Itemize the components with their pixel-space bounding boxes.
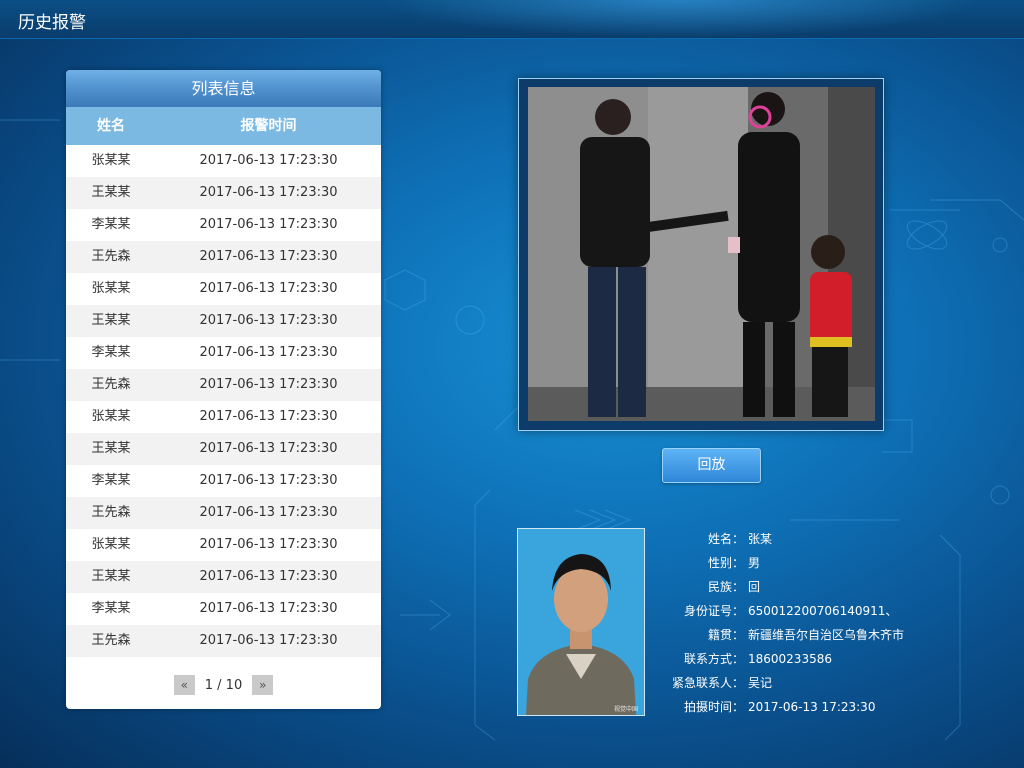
info-value: 张某 [748, 532, 773, 546]
table-row[interactable]: 张某某 2017-06-13 17:23:30 [66, 273, 381, 305]
row-name: 王先森 [91, 249, 131, 264]
info-label: 拍摄时间： [683, 700, 744, 714]
table-row[interactable]: 王先森 2017-06-13 17:23:30 [66, 369, 381, 401]
person-id-photo: 视觉中国 [517, 528, 645, 716]
table-row[interactable]: 张某某 2017-06-13 17:23:30 [66, 145, 381, 177]
row-name: 王某某 [91, 441, 131, 456]
pagination: « 1 / 10 » [66, 675, 381, 695]
row-name: 王某某 [91, 569, 131, 584]
replay-button[interactable]: 回放 [662, 448, 761, 483]
row-name: 张某某 [91, 281, 131, 296]
row-time: 2017-06-13 17:23:30 [199, 217, 338, 232]
table-row[interactable]: 王先森 2017-06-13 17:23:30 [66, 497, 381, 529]
panel-title: 列表信息 [66, 70, 381, 107]
row-time: 2017-06-13 17:23:30 [199, 377, 338, 392]
row-name: 李某某 [91, 217, 131, 232]
row-name: 张某某 [91, 153, 131, 168]
row-time: 2017-06-13 17:23:30 [199, 569, 338, 584]
person-info: 姓名： 张某 性别： 男 民族： 回 身份证号： 650012200706140911、… [668, 530, 904, 722]
row-name: 李某某 [91, 601, 131, 616]
info-phone: 联系方式： 18600233586 [668, 650, 904, 674]
page-title: 历史报警 [18, 13, 86, 33]
row-time: 2017-06-13 17:23:30 [199, 313, 338, 328]
row-time: 2017-06-13 17:23:30 [199, 537, 338, 552]
info-label: 姓名： [707, 532, 744, 546]
table-row[interactable]: 李某某 2017-06-13 17:23:30 [66, 209, 381, 241]
page-next-icon[interactable]: » [252, 675, 274, 695]
info-hometown: 籍贯： 新疆维吾尔自治区乌鲁木齐市 [668, 626, 904, 650]
row-time: 2017-06-13 17:23:30 [199, 249, 338, 264]
row-time: 2017-06-13 17:23:30 [199, 281, 338, 296]
table-row[interactable]: 王先森 2017-06-13 17:23:30 [66, 625, 381, 657]
row-name: 李某某 [91, 345, 131, 360]
info-value: 650012200706140911、 [748, 604, 898, 618]
header-glow [380, 0, 980, 38]
info-label: 联系方式： [683, 652, 744, 666]
info-label: 民族： [707, 580, 744, 594]
svg-text:视觉中国: 视觉中国 [614, 705, 638, 713]
info-id-number: 身份证号： 650012200706140911、 [668, 602, 904, 626]
row-time: 2017-06-13 17:23:30 [199, 441, 338, 456]
info-name: 姓名： 张某 [668, 530, 904, 554]
info-value: 新疆维吾尔自治区乌鲁木齐市 [748, 628, 905, 642]
info-value: 回 [748, 580, 761, 594]
page-indicator: 1 / 10 [204, 677, 243, 693]
info-capture-time: 拍摄时间： 2017-06-13 17:23:30 [668, 698, 904, 722]
info-emergency-contact: 紧急联系人： 吴记 [668, 674, 904, 698]
top-bar: 历史报警 [0, 0, 1024, 39]
info-label: 性别： [707, 556, 744, 570]
page-prev-icon[interactable]: « [173, 675, 195, 695]
info-gender: 性别： 男 [668, 554, 904, 578]
row-time: 2017-06-13 17:23:30 [199, 409, 338, 424]
column-time-header: 报警时间 [240, 118, 297, 134]
row-name: 王先森 [91, 633, 131, 648]
table-row[interactable]: 王某某 2017-06-13 17:23:30 [66, 177, 381, 209]
info-value: 吴记 [748, 676, 773, 690]
alarm-image-viewer [518, 78, 884, 431]
table-row[interactable]: 李某某 2017-06-13 17:23:30 [66, 593, 381, 625]
row-name: 王某某 [91, 185, 131, 200]
info-label: 身份证号： [683, 604, 744, 618]
table-row[interactable]: 王某某 2017-06-13 17:23:30 [66, 561, 381, 593]
alarm-snapshot-image [528, 87, 875, 421]
info-label: 紧急联系人： [671, 676, 744, 690]
info-value: 男 [748, 556, 761, 570]
row-time: 2017-06-13 17:23:30 [199, 153, 338, 168]
table-row[interactable]: 张某某 2017-06-13 17:23:30 [66, 529, 381, 561]
table-row[interactable]: 张某某 2017-06-13 17:23:30 [66, 401, 381, 433]
info-label: 籍贯： [707, 628, 744, 642]
table-row[interactable]: 王某某 2017-06-13 17:23:30 [66, 433, 381, 465]
table-row[interactable]: 王某某 2017-06-13 17:23:30 [66, 305, 381, 337]
info-value: 2017-06-13 17:23:30 [748, 700, 876, 714]
row-name: 张某某 [91, 537, 131, 552]
table-row[interactable]: 李某某 2017-06-13 17:23:30 [66, 337, 381, 369]
table-row[interactable]: 李某某 2017-06-13 17:23:30 [66, 465, 381, 497]
alarm-list-panel: 列表信息 姓名 报警时间 张某某 2017-06-13 17:23:30 王某某 2… [66, 70, 381, 709]
alarm-rows: 张某某 2017-06-13 17:23:30 王某某 2017-06-13 17:… [66, 145, 381, 657]
row-name: 王先森 [91, 377, 131, 392]
row-name: 王某某 [91, 313, 131, 328]
info-value: 18600233586 [748, 652, 832, 666]
row-time: 2017-06-13 17:23:30 [199, 601, 338, 616]
row-time: 2017-06-13 17:23:30 [199, 633, 338, 648]
row-name: 李某某 [91, 473, 131, 488]
table-header: 姓名 报警时间 [66, 107, 381, 145]
column-name-header: 姓名 [97, 118, 125, 134]
row-time: 2017-06-13 17:23:30 [199, 473, 338, 488]
row-time: 2017-06-13 17:23:30 [199, 345, 338, 360]
info-ethnicity: 民族： 回 [668, 578, 904, 602]
row-name: 王先森 [91, 505, 131, 520]
row-name: 张某某 [91, 409, 131, 424]
row-time: 2017-06-13 17:23:30 [199, 185, 338, 200]
table-row[interactable]: 王先森 2017-06-13 17:23:30 [66, 241, 381, 273]
row-time: 2017-06-13 17:23:30 [199, 505, 338, 520]
